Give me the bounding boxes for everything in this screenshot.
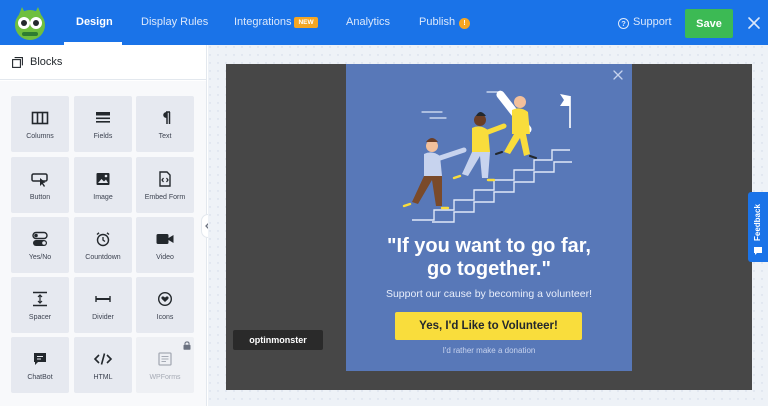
blocks-icon — [12, 57, 23, 68]
sidebar-title: Blocks — [30, 56, 63, 68]
warning-icon: ! — [459, 18, 471, 29]
block-wpforms[interactable]: WPForms — [136, 337, 194, 393]
code-brackets-icon — [93, 353, 113, 365]
alarm-clock-icon — [96, 232, 110, 247]
block-icons[interactable]: Icons — [136, 277, 194, 333]
block-chatbot[interactable]: ChatBot — [11, 337, 69, 393]
feedback-chat-icon — [754, 247, 762, 255]
tab-design[interactable]: Design — [76, 0, 113, 45]
divider-icon — [95, 296, 111, 302]
paragraph-icon — [163, 111, 171, 124]
block-yes-no[interactable]: Yes/No — [11, 217, 69, 273]
chat-icon — [34, 353, 46, 365]
spacer-icon — [33, 291, 47, 307]
tab-integrations[interactable]: Integrations NEW — [234, 0, 318, 45]
block-html[interactable]: HTML — [74, 337, 132, 393]
columns-icon — [31, 111, 49, 125]
sidebar-header: Blocks — [0, 45, 207, 80]
block-video[interactable]: Video — [136, 217, 194, 273]
block-text[interactable]: Text — [136, 96, 194, 152]
fields-icon — [96, 112, 110, 123]
video-camera-icon — [156, 234, 174, 244]
block-divider[interactable]: Divider — [74, 277, 132, 333]
optinmonster-branding: optinmonster — [233, 330, 323, 350]
new-badge: NEW — [294, 17, 318, 28]
code-file-icon — [159, 171, 171, 187]
toggle-icon — [32, 231, 48, 246]
block-image[interactable]: Image — [74, 157, 132, 213]
donation-link[interactable]: I'd rather make a donation — [346, 346, 632, 355]
block-button[interactable]: Button — [11, 157, 69, 213]
block-countdown[interactable]: Countdown — [74, 217, 132, 273]
heart-circle-icon — [157, 291, 173, 307]
wpforms-icon — [158, 352, 172, 366]
volunteer-cta-button[interactable]: Yes, I'd Like to Volunteer! — [395, 312, 582, 340]
tab-analytics[interactable]: Analytics — [346, 0, 390, 45]
block-spacer[interactable]: Spacer — [11, 277, 69, 333]
block-embed-form[interactable]: Embed Form — [136, 157, 194, 213]
image-icon — [96, 173, 110, 185]
popup-headline[interactable]: "If you want to go far, go together." — [346, 235, 632, 281]
volunteers-climbing-illustration — [402, 90, 572, 223]
button-cursor-icon — [31, 173, 48, 187]
tab-display-rules[interactable]: Display Rules — [141, 0, 208, 45]
popup-subtext[interactable]: Support our cause by becoming a voluntee… — [346, 288, 632, 300]
save-button[interactable]: Save — [685, 9, 733, 38]
help-circle-icon: ? — [618, 18, 629, 29]
block-columns[interactable]: Columns — [11, 96, 69, 152]
close-icon[interactable] — [746, 15, 762, 31]
feedback-label: Feedback — [753, 204, 762, 242]
support-link[interactable]: ? Support — [618, 0, 672, 45]
lock-icon — [183, 341, 191, 350]
tab-publish[interactable]: Publish! — [419, 0, 471, 45]
popup-close-icon[interactable] — [612, 69, 624, 81]
block-fields[interactable]: Fields — [74, 96, 132, 152]
optinmonster-logo[interactable] — [10, 3, 50, 43]
